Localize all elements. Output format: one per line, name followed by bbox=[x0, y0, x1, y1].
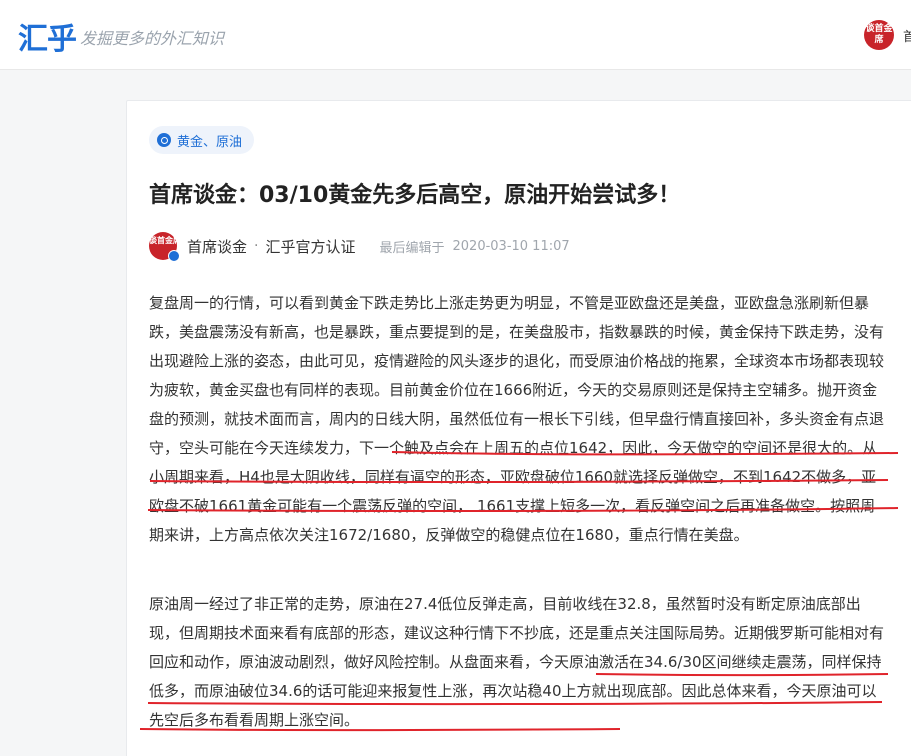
topic-tag[interactable]: 黄金、原油 bbox=[149, 126, 255, 154]
site-logo[interactable]: 汇乎 bbox=[18, 14, 77, 58]
topic-tag-label: 黄金、原油 bbox=[177, 134, 243, 150]
author-name[interactable]: 首席谈金 bbox=[187, 236, 247, 257]
verification-label: 汇乎官方认证 bbox=[265, 237, 356, 256]
verified-badge-icon bbox=[168, 250, 180, 262]
top-header: 汇乎 发掘更多的外汇知识 谈首金席 首 bbox=[0, 0, 911, 70]
article-paragraph: 复盘周一的行情，可以看到黄金下跌走势比上涨走势更为明显，不管是亚欧盘还是美盘，亚… bbox=[149, 294, 885, 544]
edit-label: 最后编辑于 bbox=[379, 240, 445, 256]
search-icon bbox=[157, 133, 171, 147]
site-slogan: 发掘更多的外汇知识 bbox=[80, 29, 225, 48]
article-card: 黄金、原油 首席谈金：03/10黄金先多后高空，原油开始尝试多！ 谈首金席 首席… bbox=[126, 100, 911, 756]
edit-time: 2020-03-10 11:07 bbox=[452, 238, 570, 254]
author-avatar-text: 谈首金席 bbox=[149, 236, 181, 245]
article-paragraph: 原油周一经过了非正常的走势，原油在27.4低位反弹走高，目前收线在32.8，虽然… bbox=[149, 595, 885, 729]
author-avatar[interactable]: 谈首金席 bbox=[149, 232, 181, 262]
header-avatar[interactable]: 谈首金席 bbox=[864, 20, 894, 50]
separator-dot: · bbox=[254, 238, 259, 254]
author-row: 谈首金席 首席谈金 · 汇乎官方认证 最后编辑于 2020-03-10 11:0… bbox=[149, 231, 570, 262]
header-user-name[interactable]: 首 bbox=[903, 26, 911, 45]
article-title: 首席谈金：03/10黄金先多后高空，原油开始尝试多！ bbox=[149, 183, 681, 208]
